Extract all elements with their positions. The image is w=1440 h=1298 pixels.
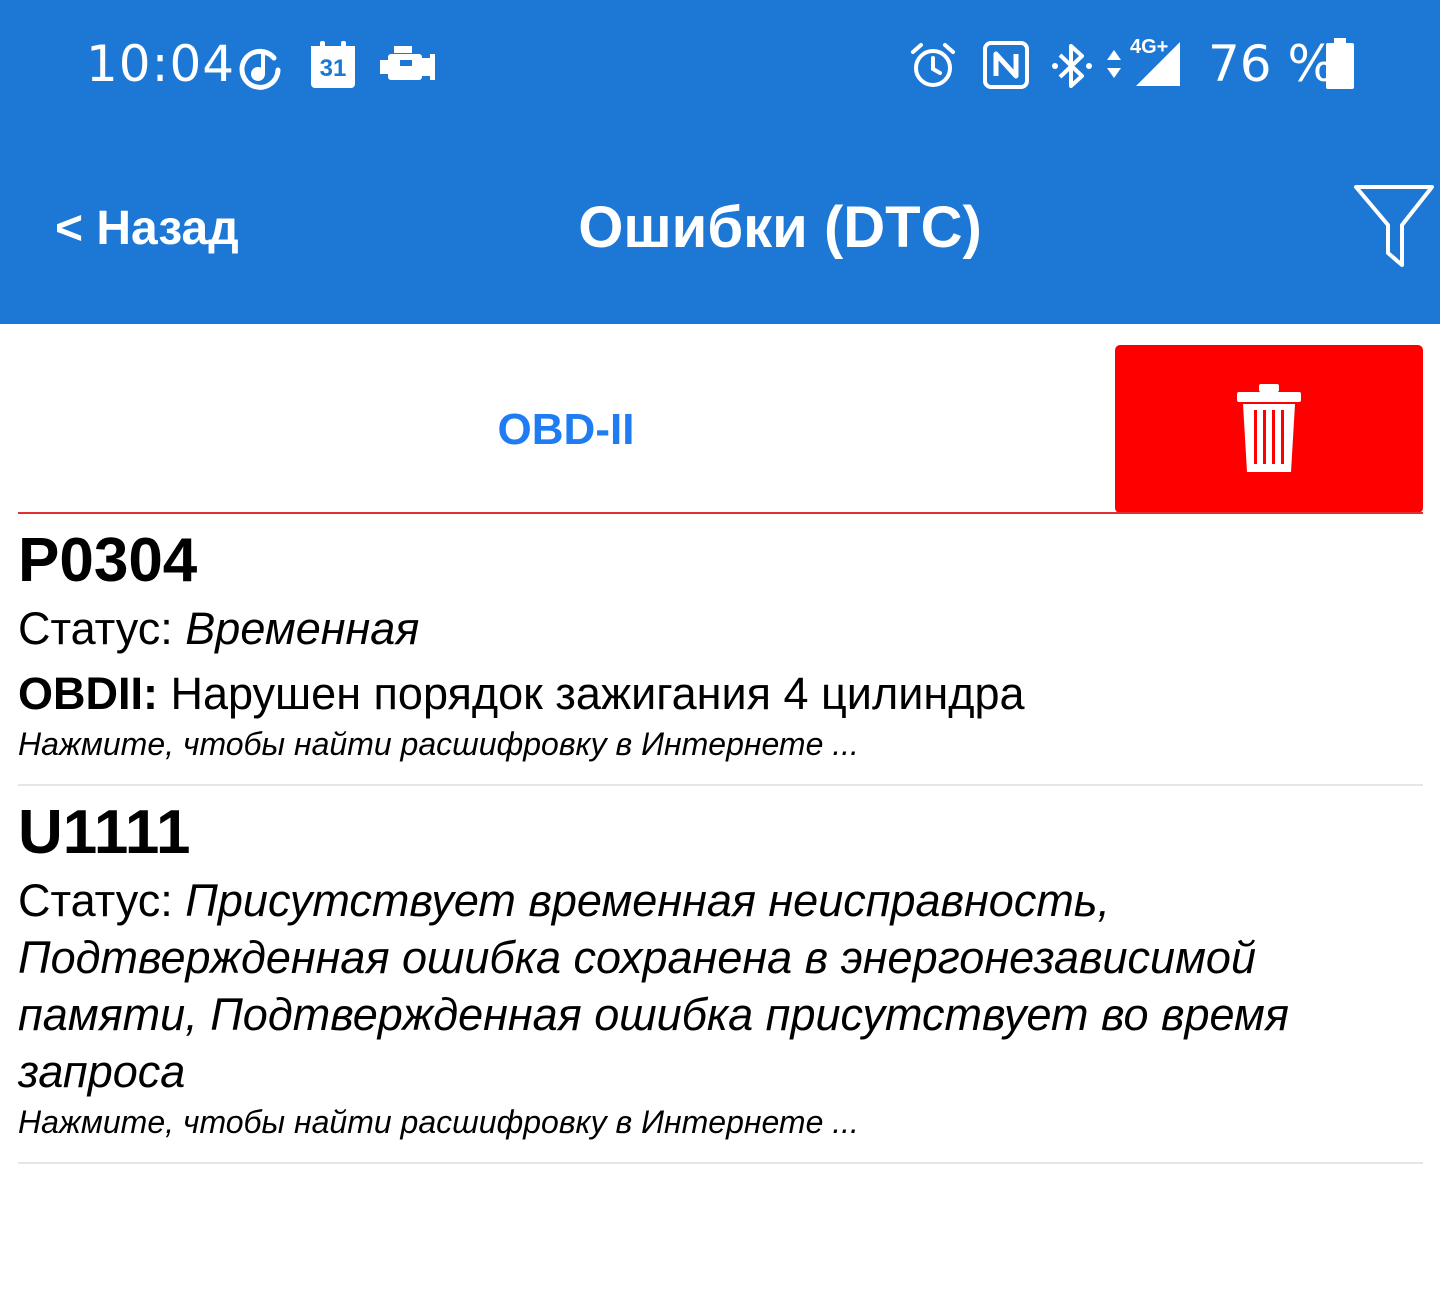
check-engine-icon <box>380 46 435 80</box>
dtc-status: Статус: Временная <box>18 600 1423 657</box>
calendar-icon: 31 <box>308 40 358 90</box>
delete-button[interactable] <box>1115 345 1423 513</box>
status-value: Присутствует временная неисправность, По… <box>18 875 1289 1097</box>
signal-icon <box>1136 42 1180 86</box>
data-arrows-icon <box>1107 50 1121 78</box>
calendar-day: 31 <box>319 55 347 82</box>
dtc-list-item[interactable]: P0304 Статус: Временная OBDII: Нарушен п… <box>18 514 1423 786</box>
search-hint-link[interactable]: Нажмите, чтобы найти расшифровку в Интер… <box>18 724 1423 784</box>
nfc-icon <box>983 41 1029 89</box>
status-value: Временная <box>185 603 420 654</box>
dtc-description: OBDII: Нарушен порядок зажигания 4 цилин… <box>18 665 1423 722</box>
alarm-icon <box>911 43 955 87</box>
description-text: Нарушен порядок зажигания 4 цилиндра <box>170 668 1025 719</box>
filter-icon[interactable] <box>1352 183 1436 269</box>
search-hint-link[interactable]: Нажмите, чтобы найти расшифровку в Интер… <box>18 1102 1423 1162</box>
status-label: Статус: <box>18 603 173 654</box>
protocol-label: OBDII: <box>18 668 158 719</box>
battery-icon <box>1326 38 1354 89</box>
dtc-code: U1111 <box>18 798 191 867</box>
bluetooth-icon <box>1052 44 1092 88</box>
battery-percent: 76 % <box>1208 35 1336 93</box>
dtc-list-item[interactable]: U1111 Статус: Присутствует временная неи… <box>18 786 1423 1164</box>
app-header: 10:04 31 4G+ 76 % < Назад Ошибки (DTC) <box>0 0 1440 324</box>
tab-obd-ii[interactable]: OBD-II <box>18 390 1114 470</box>
back-button[interactable]: < Назад <box>55 200 239 258</box>
dtc-status: Статус: Присутствует временная неисправн… <box>18 872 1423 1100</box>
status-label: Статус: <box>18 875 173 926</box>
music-notification-icon <box>239 48 281 90</box>
trash-icon <box>1237 384 1301 472</box>
dtc-code: P0304 <box>18 526 198 595</box>
dtc-list: P0304 Статус: Временная OBDII: Нарушен п… <box>18 514 1423 1164</box>
status-time: 10:04 <box>86 35 236 93</box>
